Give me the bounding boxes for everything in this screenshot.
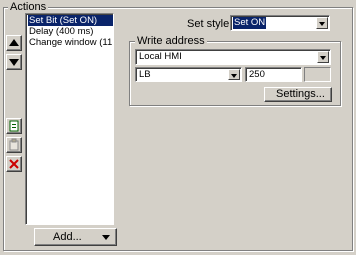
chevron-down-icon[interactable] [317, 51, 329, 63]
chevron-down-icon[interactable] [316, 17, 328, 29]
write-address-title: Write address [135, 35, 207, 47]
up-arrow-icon [9, 39, 19, 46]
set-style-select[interactable]: Set ON [230, 15, 330, 31]
delete-action-button[interactable] [6, 156, 22, 172]
device-value: Local HMI [139, 51, 182, 62]
address-value-text: 250 [249, 69, 265, 80]
set-style-label: Set style : [187, 18, 236, 30]
copy-action-icon [9, 120, 19, 132]
settings-button[interactable]: Settings... [264, 87, 332, 102]
list-item[interactable]: Change window (11. Sta [28, 37, 113, 48]
move-down-button[interactable] [6, 54, 22, 70]
actions-group-title: Actions [8, 1, 49, 13]
dropdown-arrow-icon [102, 235, 110, 240]
list-item[interactable]: Delay (400 ms) [28, 26, 94, 37]
list-item[interactable]: Set Bit (Set ON) [28, 15, 113, 26]
move-up-button[interactable] [6, 35, 22, 51]
paste-action-button[interactable] [6, 137, 22, 153]
paste-action-icon [9, 138, 19, 151]
settings-label: Settings... [276, 88, 325, 100]
duplicate-action-button[interactable] [6, 118, 22, 134]
delete-x-icon [9, 159, 19, 169]
device-select[interactable]: Local HMI [135, 49, 331, 65]
set-style-value: Set ON [233, 17, 267, 29]
address-format-display [304, 67, 331, 82]
chevron-down-icon[interactable] [228, 69, 240, 80]
address-value-field[interactable]: 250 [245, 67, 302, 82]
add-action-label: Add... [53, 231, 82, 243]
add-action-button[interactable]: Add... [34, 228, 117, 246]
actions-list[interactable]: Set Bit (Set ON) Delay (400 ms) Change w… [25, 13, 114, 225]
address-type-value: LB [139, 69, 151, 80]
down-arrow-icon [9, 59, 19, 66]
address-type-select[interactable]: LB [135, 67, 242, 82]
